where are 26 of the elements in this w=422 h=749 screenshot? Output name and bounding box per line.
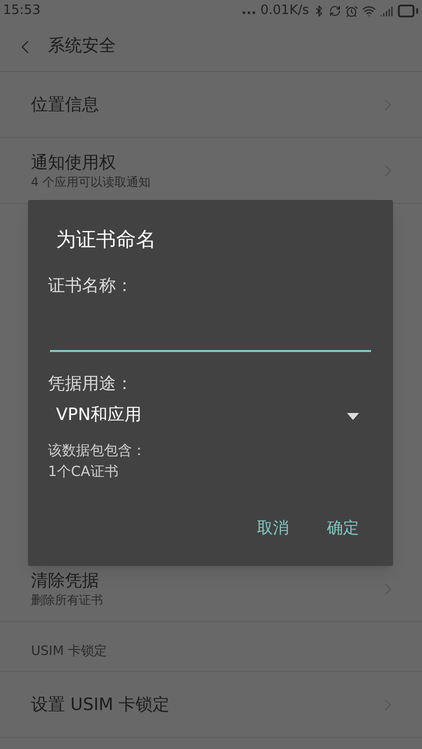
- dropdown[interactable]: VPN和应用: [48, 401, 373, 431]
- field-label: 证书名称：: [48, 275, 134, 298]
- dialog-button[interactable]: 确定: [313, 510, 373, 546]
- dialog-title: 为证书命名: [56, 226, 157, 253]
- wifi-icon: [362, 4, 376, 18]
- network-speed: 0.01K/s: [260, 2, 309, 20]
- alarm-icon: [345, 4, 358, 18]
- dialog-button[interactable]: 取消: [243, 510, 303, 546]
- settings-item[interactable]: 位置信息: [0, 72, 422, 138]
- item-title: 设置 USIM 卡锁定: [31, 694, 171, 716]
- item-subtitle: 删除所有证书: [31, 592, 104, 608]
- sync-icon: [329, 5, 341, 17]
- info-value: 1个CA证书: [48, 463, 120, 482]
- field-label: 凭据用途：: [48, 372, 134, 396]
- dropdown-arrow-icon: [347, 412, 359, 420]
- more-indicator: ...: [242, 2, 256, 20]
- info-label: 该数据包包含：: [48, 442, 147, 461]
- page-title: 系统安全: [48, 34, 116, 58]
- bluetooth-icon: [313, 5, 325, 17]
- item-subtitle: 4 个应用可以读取通知: [31, 174, 152, 190]
- section-header: USIM 卡锁定: [31, 642, 107, 660]
- item-title: 通知使用权: [31, 152, 117, 174]
- item-title: 清除凭据: [31, 570, 100, 592]
- item-title: 位置信息: [31, 94, 100, 116]
- settings-item[interactable]: 设置 USIM 卡锁定: [0, 672, 422, 738]
- status-time: 15:53: [3, 2, 40, 20]
